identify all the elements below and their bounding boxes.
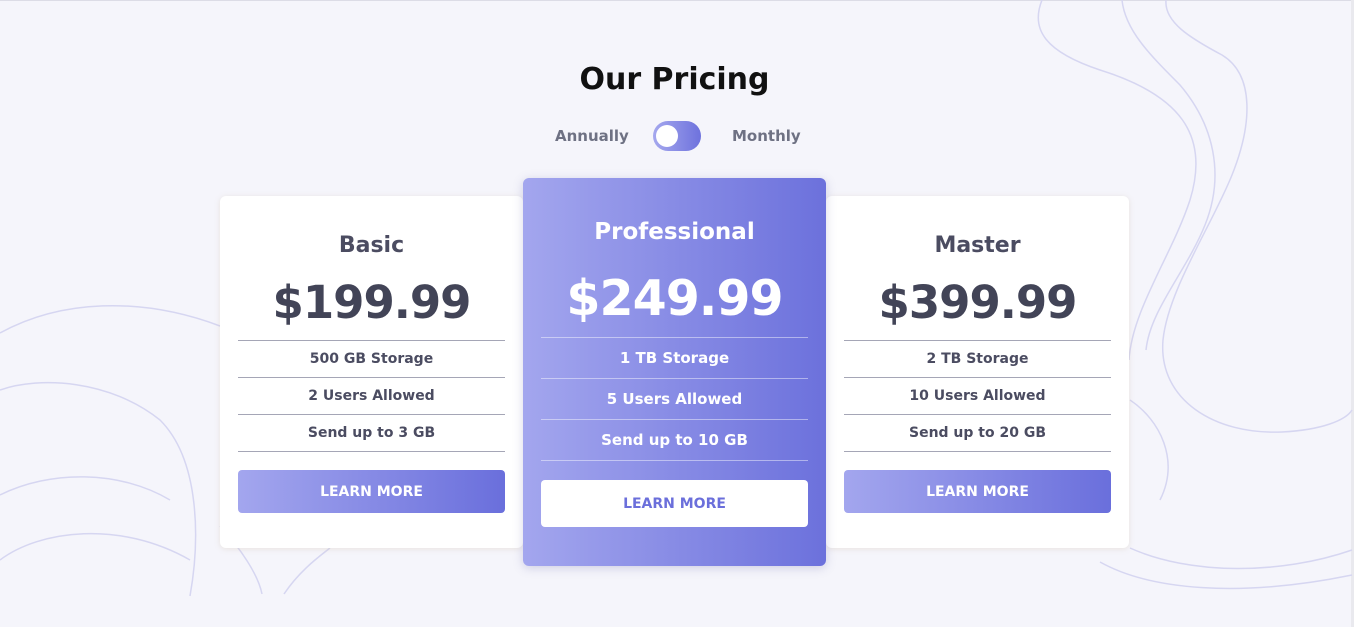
feature-item: 2 Users Allowed [238,377,505,414]
page-title: Our Pricing [579,62,770,97]
feature-item: Send up to 20 GB [844,414,1111,452]
feature-item: Send up to 3 GB [238,414,505,452]
plan-name: Basic [338,233,405,258]
plan-price: $249.99 [566,270,783,327]
feature-item: 10 Users Allowed [844,377,1111,414]
feature-item: 5 Users Allowed [541,378,808,419]
pricing-card-master: Master $399.99 2 TB Storage 10 Users All… [826,196,1129,548]
feature-list: 500 GB Storage 2 Users Allowed Send up t… [238,340,505,452]
plan-price: $199.99 [272,276,472,329]
learn-more-button[interactable]: LEARN MORE [541,480,808,527]
billing-toggle-row: Annually Monthly [0,120,1349,152]
learn-more-button[interactable]: LEARN MORE [844,470,1111,513]
pricing-card-basic: Basic $199.99 500 GB Storage 2 Users All… [220,196,523,548]
learn-more-button[interactable]: LEARN MORE [238,470,505,513]
feature-list: 2 TB Storage 10 Users Allowed Send up to… [844,340,1111,452]
feature-list: 1 TB Storage 5 Users Allowed Send up to … [541,337,808,461]
pricing-card-professional: Professional $249.99 1 TB Storage 5 User… [523,178,826,566]
plan-name: Master [934,233,1021,258]
monthly-label[interactable]: Monthly [732,127,801,145]
plan-name: Professional [594,219,755,245]
billing-period-toggle[interactable] [653,121,701,151]
feature-item: 2 TB Storage [844,340,1111,377]
plan-price: $399.99 [878,276,1078,329]
toggle-knob [656,125,678,147]
feature-item: Send up to 10 GB [541,419,808,461]
feature-item: 1 TB Storage [541,337,808,378]
feature-item: 500 GB Storage [238,340,505,377]
annually-label[interactable]: Annually [555,127,629,145]
top-border [0,0,1354,1]
